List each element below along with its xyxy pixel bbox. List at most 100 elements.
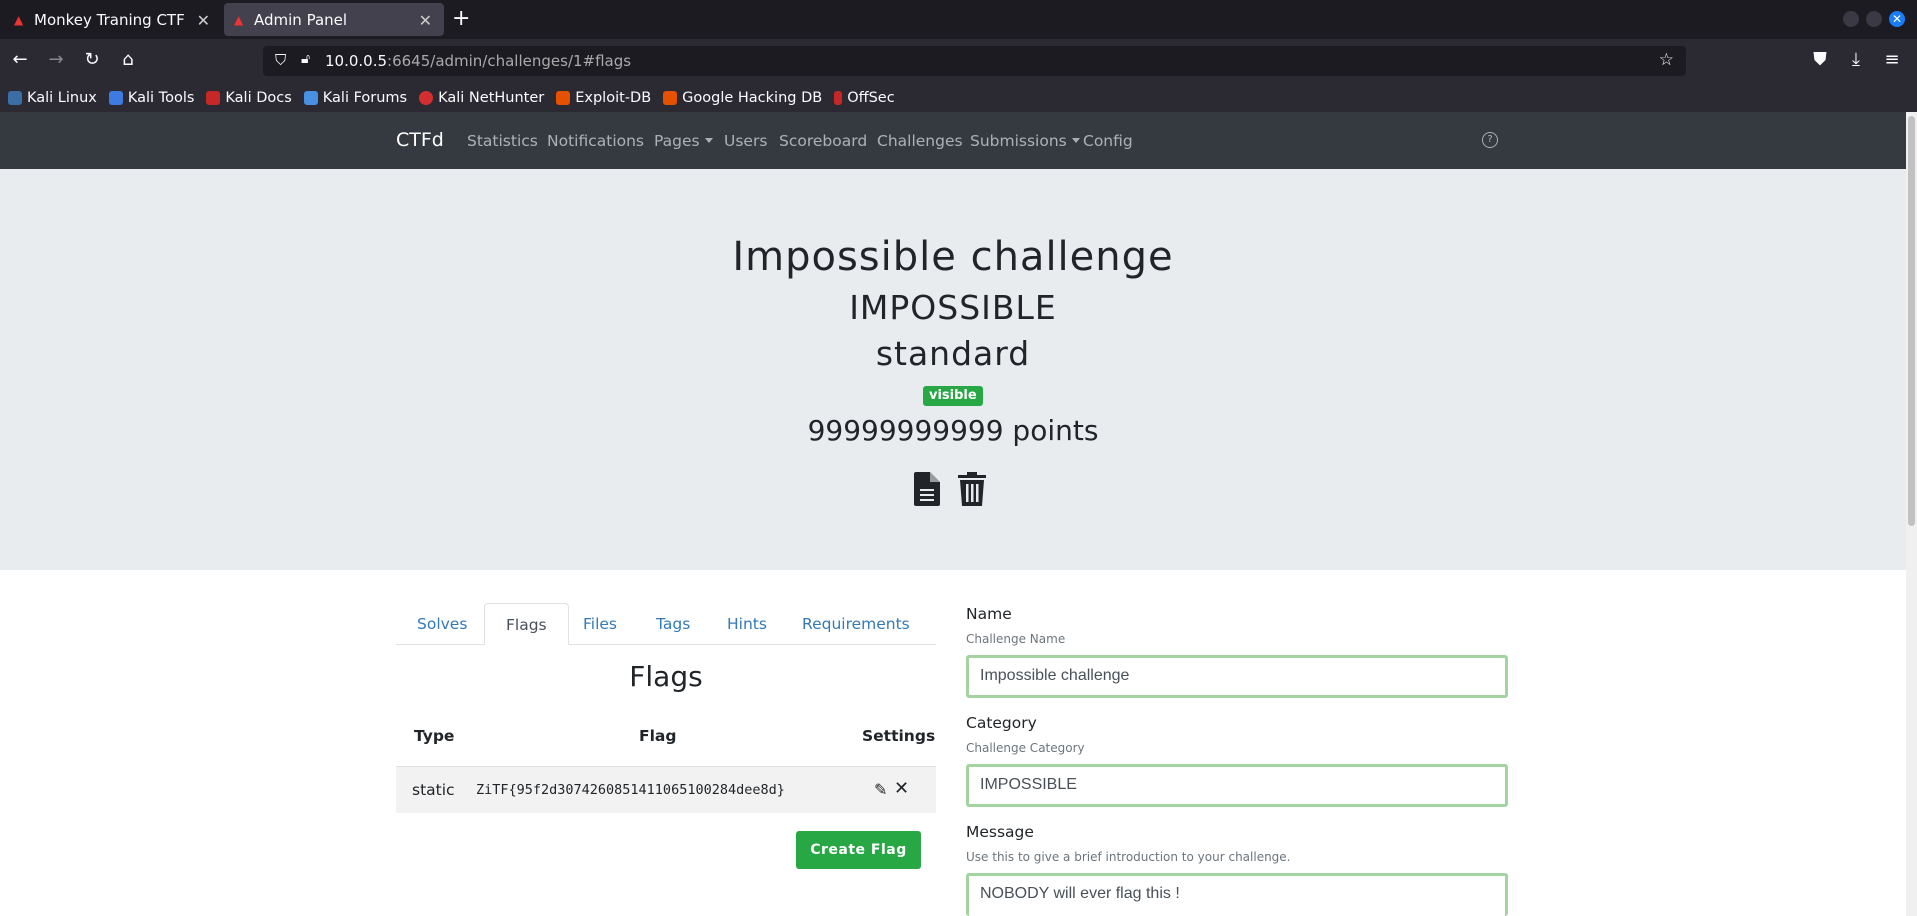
message-textarea[interactable]: NOBODY will ever flag this !: [966, 873, 1508, 916]
tab-hints[interactable]: Hints: [706, 603, 788, 645]
url-text[interactable]: 10.0.0.5:6645/admin/challenges/1#flags: [325, 52, 631, 70]
challenge-type: standard: [875, 334, 1031, 373]
bookmark-label: Kali NetHunter: [438, 89, 545, 106]
flag-value: ZiTF{95f2d307426085141106510028​4dee8d}: [476, 782, 785, 798]
browser-tab-title: Admin Panel: [254, 10, 348, 29]
category-input[interactable]: IMPOSSIBLE: [966, 764, 1508, 807]
tab-solves[interactable]: Solves: [396, 603, 488, 645]
nav-config[interactable]: Config: [1083, 132, 1133, 150]
tab-requirements[interactable]: Requirements: [781, 603, 931, 645]
ctf-favicon-icon: ▲: [234, 12, 244, 27]
browser-tab-title: Monkey Traning CTF: [34, 10, 185, 29]
browser-tab-active[interactable]: ▲ Admin Panel ✕: [224, 3, 444, 36]
message-help-text: Use this to give a brief introduction to…: [966, 850, 1291, 864]
nav-users[interactable]: Users: [724, 132, 767, 150]
tab-files[interactable]: Files: [562, 603, 638, 645]
visibility-badge: visible: [923, 386, 983, 406]
nav-notifications[interactable]: Notifications: [547, 132, 644, 150]
bookmark-kali-docs[interactable]: Kali Docs: [206, 89, 292, 106]
downloads-icon[interactable]: ⤓: [1844, 49, 1868, 70]
bookmark-star-icon[interactable]: ☆: [1659, 50, 1674, 70]
message-label: Message: [966, 823, 1034, 841]
back-arrow-icon[interactable]: ←: [8, 49, 32, 70]
tab-flags[interactable]: Flags: [484, 603, 569, 645]
flag-type: static: [412, 781, 455, 799]
bookmark-google-hacking-db[interactable]: Google Hacking DB: [663, 90, 822, 106]
bookmarks-toolbar: Kali Linux Kali Tools Kali Docs Kali For…: [0, 83, 1917, 112]
insecure-lock-icon[interactable]: 🔓︎: [301, 51, 310, 67]
pocket-icon[interactable]: ⛊: [1808, 49, 1832, 70]
url-host: 10.0.0.5: [325, 52, 388, 70]
challenge-points: 99999999999 points: [807, 414, 1099, 447]
nav-scoreboard[interactable]: Scoreboard: [779, 132, 867, 150]
nav-pages-dropdown[interactable]: Pages: [654, 132, 713, 150]
flags-heading: Flags: [629, 660, 703, 693]
url-path: :6645/admin/challenges/1#flags: [387, 52, 632, 70]
bookmark-exploit-db[interactable]: Exploit-DB: [556, 90, 651, 106]
kali-tools-icon: [108, 90, 123, 105]
kali-forums-icon: [303, 90, 318, 105]
trash-icon[interactable]: [958, 472, 986, 506]
home-icon[interactable]: ⌂: [116, 49, 140, 70]
close-tab-icon[interactable]: ✕: [419, 11, 432, 30]
delete-x-icon[interactable]: ✕: [894, 778, 909, 799]
bookmark-kali-nethunter[interactable]: Kali NetHunter: [419, 90, 544, 106]
table-row: static ZiTF{95f2d307426085141106510028​4…: [396, 766, 936, 813]
category-label: Category: [966, 714, 1037, 732]
column-header-settings: Settings: [862, 727, 936, 745]
bookmark-label: Kali Forums: [322, 89, 408, 106]
close-window-icon[interactable]: ✕: [1889, 11, 1905, 27]
challenge-title: Impossible challenge: [732, 234, 1174, 280]
nav-statistics[interactable]: Statistics: [467, 132, 538, 150]
menu-icon[interactable]: ≡: [1880, 49, 1904, 70]
minimize-window-icon[interactable]: [1843, 11, 1859, 27]
url-bar[interactable]: ⛉ 🔓︎ 10.0.0.5:6645/admin/challenges/1#fl…: [263, 46, 1686, 76]
bookmark-kali-forums[interactable]: Kali Forums: [303, 89, 408, 106]
browser-tab-bar: ▲ Monkey Traning CTF ✕ ▲ Admin Panel ✕ +…: [0, 0, 1917, 39]
bookmark-label: OffSec: [847, 89, 895, 106]
scrollbar-thumb[interactable]: [1908, 116, 1915, 526]
bookmark-kali-linux[interactable]: Kali Linux: [8, 90, 97, 106]
shield-icon[interactable]: ⛉: [275, 51, 286, 69]
help-icon[interactable]: ?: [1482, 132, 1498, 148]
bookmark-offsec[interactable]: OffSec: [834, 90, 895, 106]
forward-arrow-icon[interactable]: →: [44, 49, 68, 70]
bookmark-label: Kali Tools: [127, 89, 195, 106]
browser-navigation-bar: ← → ↻ ⌂ ⛉ 🔓︎ 10.0.0.5:6645/admin/challen…: [0, 39, 1917, 83]
challenge-tabs: Solves Flags Files Tags Hints Requiremen…: [396, 603, 936, 645]
tab-tags[interactable]: Tags: [635, 603, 711, 645]
ctfd-navbar: CTFd Statistics Notifications Pages User…: [0, 112, 1906, 169]
reload-icon[interactable]: ↻: [80, 49, 104, 70]
document-icon[interactable]: [914, 472, 940, 506]
challenge-header: Impossible challenge IMPOSSIBLE standard…: [0, 169, 1906, 570]
exploit-db-icon: [556, 90, 571, 105]
name-help-text: Challenge Name: [966, 632, 1066, 646]
bookmark-label: Kali Linux: [27, 89, 97, 106]
kali-icon: [8, 90, 22, 105]
maximize-window-icon[interactable]: [1866, 11, 1882, 27]
bookmark-label: Google Hacking DB: [682, 89, 823, 106]
close-tab-icon[interactable]: ✕: [197, 11, 210, 30]
nav-challenges[interactable]: Challenges: [877, 132, 963, 150]
brand-link[interactable]: CTFd: [396, 129, 444, 151]
category-help-text: Challenge Category: [966, 741, 1085, 755]
ctf-favicon-icon: ▲: [14, 12, 24, 27]
challenge-category: IMPOSSIBLE: [849, 288, 1057, 327]
nav-submissions-dropdown[interactable]: Submissions: [970, 132, 1080, 150]
ghdb-icon: [663, 90, 678, 105]
offsec-icon: [834, 90, 843, 105]
column-header-type: Type: [414, 727, 455, 745]
page-content: CTFd Statistics Notifications Pages User…: [0, 112, 1906, 916]
bookmark-kali-tools[interactable]: Kali Tools: [108, 89, 195, 106]
column-header-flag: Flag: [639, 727, 677, 745]
new-tab-icon[interactable]: +: [452, 6, 470, 31]
nethunter-icon: [419, 90, 434, 105]
page-scrollbar[interactable]: [1906, 112, 1917, 916]
create-flag-button[interactable]: Create Flag: [796, 831, 921, 869]
bookmark-label: Kali Docs: [225, 89, 292, 106]
name-input[interactable]: Impossible challenge: [966, 655, 1508, 698]
bookmark-label: Exploit-DB: [575, 89, 652, 106]
name-label: Name: [966, 605, 1012, 623]
edit-icon[interactable]: ✎: [874, 780, 887, 799]
browser-tab[interactable]: ▲ Monkey Traning CTF ✕: [4, 3, 222, 36]
